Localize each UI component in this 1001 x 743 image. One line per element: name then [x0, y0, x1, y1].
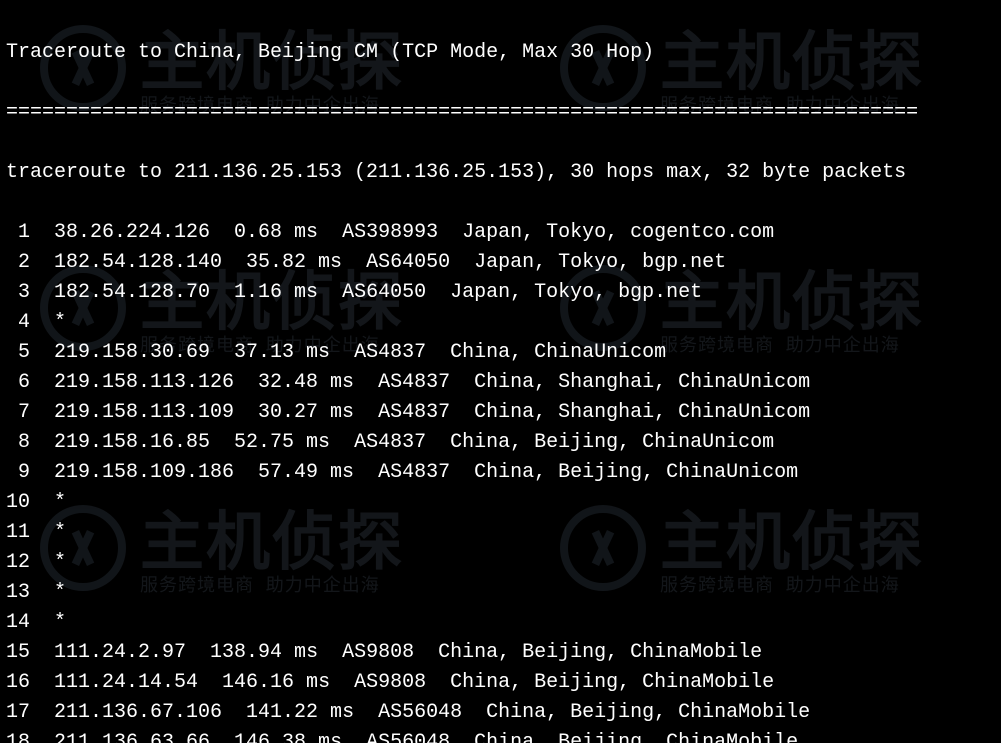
hop-ip: 211.136.63.66: [54, 731, 210, 743]
hop-number: 12: [6, 548, 30, 578]
hop-number: 10: [6, 488, 30, 518]
hop-timeout: *: [54, 311, 66, 334]
hop-number: 2: [6, 248, 30, 278]
hop-asn: AS9808: [354, 671, 426, 694]
hop-location: China, Beijing, ChinaMobile: [474, 731, 798, 743]
hop-rtt: 141.22 ms: [246, 701, 354, 724]
hop-rtt: 35.82 ms: [246, 251, 342, 274]
hop-location: China, Beijing, ChinaUnicom: [474, 461, 798, 484]
hop-row: 2 182.54.128.140 35.82 ms AS64050 Japan,…: [6, 248, 995, 278]
terminal-output: Traceroute to China, Beijing CM (TCP Mod…: [0, 0, 1001, 743]
hop-number: 4: [6, 308, 30, 338]
hop-ip: 38.26.224.126: [54, 221, 210, 244]
hop-location: China, Shanghai, ChinaUnicom: [474, 371, 810, 394]
hop-row: 13 *: [6, 578, 995, 608]
hop-number: 11: [6, 518, 30, 548]
hop-timeout: *: [54, 581, 66, 604]
hop-row: 17 211.136.67.106 141.22 ms AS56048 Chin…: [6, 698, 995, 728]
hop-row: 10 *: [6, 488, 995, 518]
hop-number: 6: [6, 368, 30, 398]
hop-location: Japan, Tokyo, cogentco.com: [462, 221, 774, 244]
hop-number: 3: [6, 278, 30, 308]
trace-divider: ========================================…: [6, 98, 995, 128]
hop-row: 1 38.26.224.126 0.68 ms AS398993 Japan, …: [6, 218, 995, 248]
hop-asn: AS9808: [342, 641, 414, 664]
trace-title: Traceroute to China, Beijing CM (TCP Mod…: [6, 38, 995, 68]
hop-row: 6 219.158.113.126 32.48 ms AS4837 China,…: [6, 368, 995, 398]
hop-asn: AS4837: [378, 401, 450, 424]
hop-location: Japan, Tokyo, bgp.net: [450, 281, 702, 304]
hop-row: 4 *: [6, 308, 995, 338]
hop-ip: 219.158.16.85: [54, 431, 210, 454]
hop-rtt: 1.16 ms: [234, 281, 318, 304]
hop-timeout: *: [54, 521, 66, 544]
hop-rtt: 0.68 ms: [234, 221, 318, 244]
hop-number: 15: [6, 638, 30, 668]
hop-row: 5 219.158.30.69 37.13 ms AS4837 China, C…: [6, 338, 995, 368]
hop-rtt: 37.13 ms: [234, 341, 330, 364]
hop-ip: 219.158.113.126: [54, 371, 234, 394]
hop-asn: AS4837: [378, 461, 450, 484]
hop-ip: 211.136.67.106: [54, 701, 222, 724]
hop-rtt: 57.49 ms: [258, 461, 354, 484]
hop-row: 8 219.158.16.85 52.75 ms AS4837 China, B…: [6, 428, 995, 458]
hop-rtt: 146.16 ms: [222, 671, 330, 694]
hop-asn: AS4837: [354, 431, 426, 454]
trace-cmdline: traceroute to 211.136.25.153 (211.136.25…: [6, 158, 995, 188]
hop-asn: AS56048: [378, 701, 462, 724]
hop-location: China, Beijing, ChinaUnicom: [450, 431, 774, 454]
hop-rtt: 30.27 ms: [258, 401, 354, 424]
hop-number: 8: [6, 428, 30, 458]
hop-row: 18 211.136.63.66 146.38 ms AS56048 China…: [6, 728, 995, 743]
hop-asn: AS4837: [354, 341, 426, 364]
hop-ip: 219.158.113.109: [54, 401, 234, 424]
hop-ip: 111.24.2.97: [54, 641, 186, 664]
hop-number: 16: [6, 668, 30, 698]
hop-number: 13: [6, 578, 30, 608]
hop-asn: AS64050: [366, 251, 450, 274]
hop-asn: AS56048: [366, 731, 450, 743]
hop-location: China, Beijing, ChinaMobile: [438, 641, 762, 664]
hop-number: 5: [6, 338, 30, 368]
hop-ip: 182.54.128.140: [54, 251, 222, 274]
hop-ip: 182.54.128.70: [54, 281, 210, 304]
hop-asn: AS64050: [342, 281, 426, 304]
hop-row: 12 *: [6, 548, 995, 578]
hop-row: 3 182.54.128.70 1.16 ms AS64050 Japan, T…: [6, 278, 995, 308]
hop-asn: AS4837: [378, 371, 450, 394]
hop-location: China, Shanghai, ChinaUnicom: [474, 401, 810, 424]
hop-row: 14 *: [6, 608, 995, 638]
hop-row: 9 219.158.109.186 57.49 ms AS4837 China,…: [6, 458, 995, 488]
hop-row: 15 111.24.2.97 138.94 ms AS9808 China, B…: [6, 638, 995, 668]
hop-rtt: 146.38 ms: [234, 731, 342, 743]
hop-ip: 219.158.109.186: [54, 461, 234, 484]
hop-timeout: *: [54, 551, 66, 574]
hop-number: 7: [6, 398, 30, 428]
hop-number: 14: [6, 608, 30, 638]
hop-row: 16 111.24.14.54 146.16 ms AS9808 China, …: [6, 668, 995, 698]
hop-row: 11 *: [6, 518, 995, 548]
hop-rtt: 52.75 ms: [234, 431, 330, 454]
hops-list: 1 38.26.224.126 0.68 ms AS398993 Japan, …: [6, 218, 995, 743]
hop-location: Japan, Tokyo, bgp.net: [474, 251, 726, 274]
hop-number: 9: [6, 458, 30, 488]
hop-ip: 219.158.30.69: [54, 341, 210, 364]
hop-location: China, Beijing, ChinaMobile: [450, 671, 774, 694]
hop-location: China, ChinaUnicom: [450, 341, 666, 364]
hop-location: China, Beijing, ChinaMobile: [486, 701, 810, 724]
hop-number: 18: [6, 728, 30, 743]
hop-timeout: *: [54, 611, 66, 634]
hop-timeout: *: [54, 491, 66, 514]
hop-ip: 111.24.14.54: [54, 671, 198, 694]
hop-rtt: 32.48 ms: [258, 371, 354, 394]
hop-number: 17: [6, 698, 30, 728]
hop-asn: AS398993: [342, 221, 438, 244]
hop-number: 1: [6, 218, 30, 248]
hop-rtt: 138.94 ms: [210, 641, 318, 664]
hop-row: 7 219.158.113.109 30.27 ms AS4837 China,…: [6, 398, 995, 428]
